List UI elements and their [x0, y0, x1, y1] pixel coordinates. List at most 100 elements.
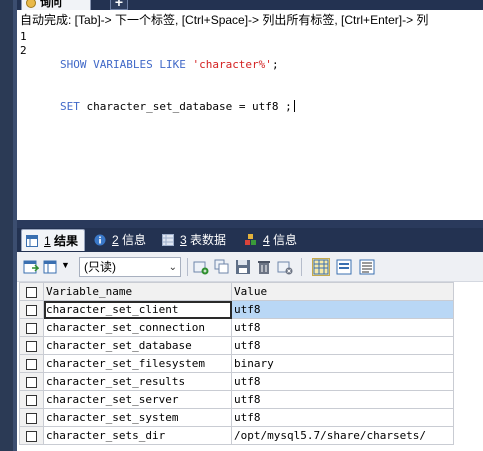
table-row[interactable]: character_set_server utf8	[19, 390, 454, 409]
table-row[interactable]: character_set_results utf8	[19, 372, 454, 391]
line-number-gutter: 1 2	[17, 30, 31, 58]
row-checkbox-cell[interactable]	[19, 336, 44, 355]
row-checkbox-cell[interactable]	[19, 372, 44, 391]
new-tab-button[interactable]: +	[110, 0, 128, 10]
variable-name-cell[interactable]: character_set_results	[43, 372, 232, 391]
value-cell[interactable]: utf8	[231, 408, 454, 427]
variable-name-cell[interactable]: character_set_client	[43, 300, 232, 319]
tab-messages-label: 信息	[118, 233, 147, 247]
row-checkbox-cell[interactable]	[19, 426, 44, 445]
tab-results-label: 结果	[50, 234, 79, 248]
code-line-1: SHOW VARIABLES LIKE 'character%';	[60, 58, 295, 72]
table-row[interactable]: character_sets_dir /opt/mysql5.7/share/c…	[19, 426, 454, 445]
result-tabs-bar: 1 结果 2 信息 3 表数据 4 信息	[17, 228, 483, 252]
row-checkbox-cell[interactable]	[19, 318, 44, 337]
query-tab-icon	[26, 0, 36, 8]
column-header-variable-name[interactable]: Variable_name	[43, 282, 232, 301]
column-header-value[interactable]: Value	[231, 282, 454, 301]
tab-table-data-number: 3	[180, 233, 187, 247]
query-tab[interactable]: 询问	[21, 0, 91, 10]
dropdown-chevron-icon: ⌄	[168, 262, 177, 273]
query-tab-label: 询问	[40, 0, 62, 9]
row-checkbox[interactable]	[26, 412, 37, 424]
sql-editor[interactable]: 自动完成: [Tab]-> 下一个标签, [Ctrl+Space]-> 列出所有…	[17, 10, 483, 220]
row-checkbox-cell[interactable]	[19, 408, 44, 427]
table-row[interactable]: character_set_filesystem binary	[19, 354, 454, 373]
statement-terminator: ;	[271, 58, 279, 71]
row-checkbox-cell[interactable]	[19, 354, 44, 373]
string-literal: 'character%'	[192, 58, 272, 71]
pane-splitter[interactable]	[17, 220, 483, 228]
view-mode-icon[interactable]	[43, 259, 59, 275]
row-checkbox-cell[interactable]	[19, 300, 44, 319]
tab-results-number: 1	[44, 234, 51, 248]
tab-results[interactable]: 1 结果	[21, 229, 86, 251]
table-header-row: Variable_name Value	[19, 282, 454, 301]
blocks-icon	[245, 234, 256, 245]
result-grid: Variable_name Value character_set_client…	[17, 282, 483, 451]
variable-name-cell[interactable]: character_set_filesystem	[43, 354, 232, 373]
value-cell[interactable]: utf8	[231, 390, 454, 409]
select-all-checkbox-cell[interactable]	[19, 282, 44, 301]
row-checkbox[interactable]	[26, 394, 37, 406]
row-checkbox[interactable]	[26, 304, 37, 316]
code-line-2: SET character_set_database = utf8 ;	[60, 100, 295, 114]
row-checkbox[interactable]	[26, 376, 37, 388]
table-row[interactable]: character_set_database utf8	[19, 336, 454, 355]
value-cell[interactable]: utf8	[231, 336, 454, 355]
tab-info-label: 信息	[269, 233, 298, 247]
result-table: Variable_name Value character_set_client…	[19, 282, 454, 445]
row-checkbox[interactable]	[26, 430, 37, 442]
table-row[interactable]: character_set_connection utf8	[19, 318, 454, 337]
variable-name-cell[interactable]: character_sets_dir	[43, 426, 232, 445]
results-grid-icon	[26, 235, 38, 247]
variable-name-cell[interactable]: character_set_connection	[43, 318, 232, 337]
keyword: SHOW VARIABLES LIKE	[60, 58, 193, 71]
autocomplete-hint: 自动完成: [Tab]-> 下一个标签, [Ctrl+Space]-> 列出所有…	[20, 13, 429, 27]
value-cell[interactable]: utf8	[231, 300, 454, 319]
keyword: SET	[60, 100, 80, 113]
code-area[interactable]: SHOW VARIABLES LIKE 'character%'; SET ch…	[60, 30, 295, 142]
tab-messages-number: 2	[112, 233, 119, 247]
value-cell[interactable]: utf8	[231, 318, 454, 337]
results-toolbar: ▼ (只读) ⌄	[17, 252, 483, 282]
variable-name-cell[interactable]: character_set_server	[43, 390, 232, 409]
add-row-icon[interactable]	[193, 259, 209, 275]
readonly-dropdown-value: (只读)	[84, 260, 116, 274]
editor-tab-bar: 询问 +	[17, 0, 483, 10]
variable-name-cell[interactable]: character_set_system	[43, 408, 232, 427]
table-row[interactable]: character_set_client utf8	[19, 300, 454, 319]
tab-table-data[interactable]: 3 表数据	[158, 229, 232, 251]
cancel-changes-icon[interactable]	[277, 259, 293, 275]
row-checkbox-cell[interactable]	[19, 390, 44, 409]
readonly-dropdown[interactable]: (只读) ⌄	[79, 257, 181, 277]
export-grid-icon[interactable]	[23, 259, 39, 275]
duplicate-row-icon[interactable]	[214, 259, 230, 275]
form-view-icon[interactable]	[336, 259, 352, 275]
toolbar-divider	[301, 258, 302, 276]
value-cell[interactable]: utf8	[231, 372, 454, 391]
table-row[interactable]: character_set_system utf8	[19, 408, 454, 427]
info-icon	[94, 234, 106, 246]
grid-view-icon[interactable]	[312, 258, 330, 276]
value-cell[interactable]: /opt/mysql5.7/share/charsets/	[231, 426, 454, 445]
line-number: 2	[20, 44, 27, 57]
row-checkbox[interactable]	[26, 322, 37, 334]
text-view-icon[interactable]	[359, 259, 375, 275]
row-checkbox[interactable]	[26, 340, 37, 352]
save-icon[interactable]	[235, 259, 251, 275]
value-cell[interactable]: binary	[231, 354, 454, 373]
row-checkbox[interactable]	[26, 358, 37, 370]
line-number: 1	[20, 30, 27, 43]
delete-icon[interactable]	[256, 259, 272, 275]
text-cursor	[293, 100, 295, 112]
tab-messages[interactable]: 2 信息	[90, 229, 152, 251]
chevron-down-icon[interactable]: ▼	[61, 260, 70, 270]
code-text: character_set_database = utf8 ;	[79, 100, 292, 113]
variable-name-cell[interactable]: character_set_database	[43, 336, 232, 355]
select-all-checkbox[interactable]	[26, 286, 37, 298]
toolbar-divider	[187, 258, 188, 276]
tab-info-number: 4	[263, 233, 270, 247]
tab-table-data-label: 表数据	[186, 233, 227, 247]
tab-info[interactable]: 4 信息	[241, 229, 303, 251]
